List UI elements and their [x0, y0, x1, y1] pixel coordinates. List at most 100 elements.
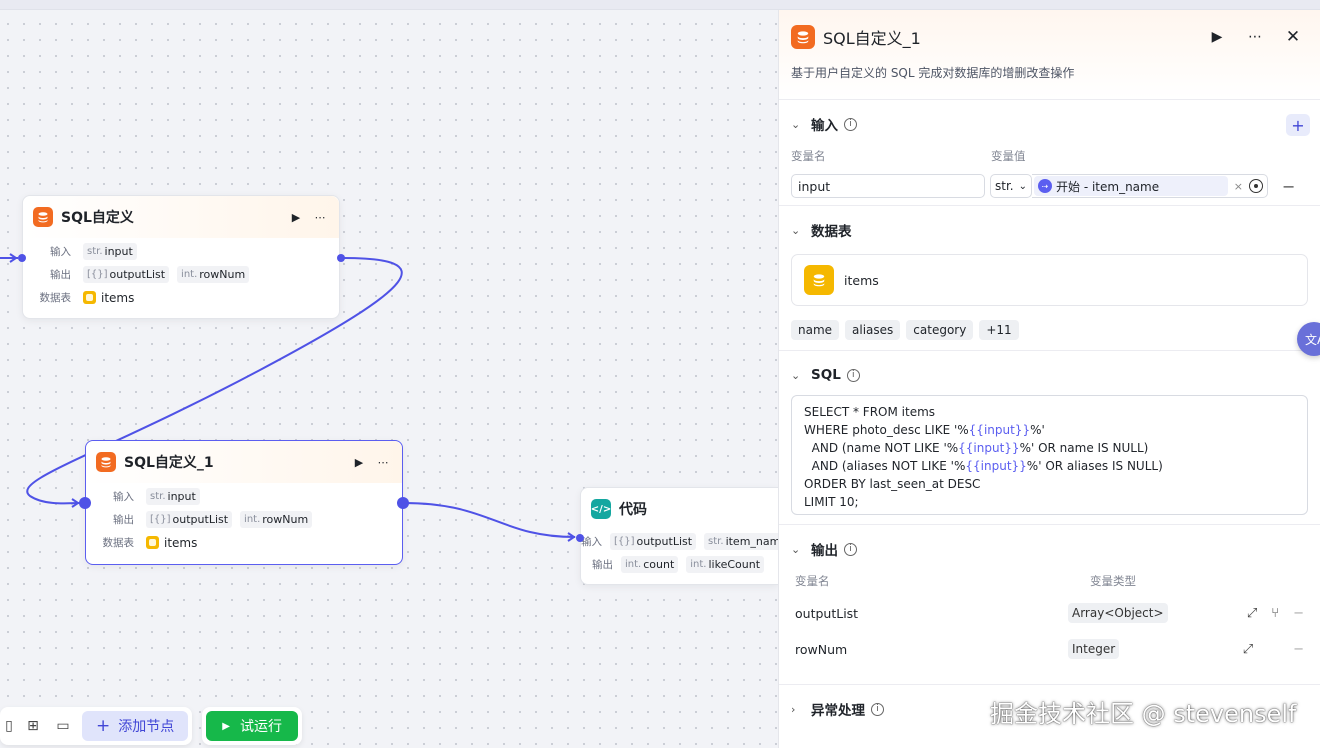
info-icon[interactable]: i	[844, 542, 857, 556]
edge-entry-arrow	[9, 253, 18, 263]
remove-icon[interactable]: −	[1293, 642, 1304, 657]
var-tag: int. rowNum	[240, 511, 313, 528]
section-title: 输出	[811, 543, 838, 559]
column-tag: name	[791, 320, 840, 340]
more-icon[interactable]: ⋯	[1240, 29, 1270, 45]
output-port[interactable]	[397, 497, 409, 509]
canvas-toolbar: ▯ ⊞ ▭ + 添加节点 ▶ 试运行	[0, 707, 302, 745]
chevron-down-icon[interactable]: ⌄	[791, 369, 809, 382]
remove-input-button[interactable]: −	[1282, 177, 1295, 196]
node-sql-custom[interactable]: SQL自定义 ▶ ⋯ 输入 str. input 输出 [{}] outputLis…	[18, 195, 345, 319]
section-title: 数据表	[811, 224, 852, 240]
table-icon	[804, 265, 834, 295]
chevron-down-icon[interactable]: ⌄	[791, 118, 809, 131]
output-type: Array<Object>	[1068, 603, 1168, 623]
var-tag: [{}] outputList	[146, 511, 233, 528]
row-label: 输出	[50, 269, 71, 281]
remove-icon[interactable]: −	[1293, 606, 1304, 621]
var-tag: int. likeCount	[686, 556, 765, 573]
var-tag: [{}] outputList	[610, 533, 697, 550]
row-label: 输入	[50, 246, 71, 258]
output-port[interactable]	[337, 254, 345, 262]
more-columns-tag[interactable]: +11	[979, 320, 1019, 340]
top-bar	[0, 0, 1320, 10]
var-value-ref[interactable]: ⇢ 开始 - item_name ×	[1032, 174, 1268, 198]
add-node-button[interactable]: + 添加节点	[82, 711, 189, 741]
more-icon[interactable]: ⋯	[311, 208, 329, 226]
panel-description: 基于用户自定义的 SQL 完成对数据库的增删改查操作	[791, 66, 1075, 80]
start-node-icon: ⇢	[1038, 179, 1052, 193]
chevron-right-icon[interactable]: ›	[791, 703, 809, 716]
var-tag: [{}] outputList	[83, 266, 170, 283]
play-icon[interactable]: ▶	[350, 453, 368, 471]
output-row: rowNum Integer ⤢ −	[779, 631, 1320, 667]
table-card[interactable]: items	[791, 254, 1308, 306]
expand-icon[interactable]: ⤢	[1243, 642, 1253, 657]
node-output-row: 输出 [{}] outputList int. rowNum	[23, 263, 339, 286]
table-icon	[146, 536, 159, 549]
table-name: items	[101, 290, 135, 305]
chevron-down-icon[interactable]: ⌄	[791, 543, 809, 556]
column-tag: aliases	[845, 320, 901, 340]
node-output-row: 输出 [{}] outputList int. rowNum	[86, 508, 402, 531]
target-icon[interactable]	[1249, 179, 1263, 193]
branch-icon[interactable]: ⑂	[1271, 606, 1279, 621]
chevron-down-icon: ⌄	[1018, 180, 1027, 192]
play-icon[interactable]: ▶	[1202, 29, 1232, 45]
node-code[interactable]: </> 代码 输入 [{}] outputList str. item_name 输…	[576, 487, 792, 585]
table-section: ⌄ 数据表 items name aliases category +11	[779, 206, 1320, 351]
edge-sql2-code	[403, 502, 576, 538]
table-name: items	[844, 272, 879, 288]
plus-icon: +	[96, 716, 111, 736]
chevron-down-icon[interactable]: ⌄	[791, 224, 809, 237]
input-section: ⌄ 输入 i + 变量名 变量值 input str. ⌄ ⇢ 开始 - item…	[779, 100, 1320, 206]
input-port[interactable]	[18, 254, 26, 262]
info-icon[interactable]: i	[871, 702, 884, 716]
node-header: SQL自定义_1 ▶ ⋯	[86, 441, 402, 483]
row-label: 数据表	[39, 292, 72, 304]
sql-section: ⌄ SQL i SELECT * FROM items WHERE photo_d…	[779, 351, 1320, 525]
section-title: 异常处理	[811, 703, 865, 719]
layout-icon[interactable]: ▯	[0, 711, 18, 741]
info-icon[interactable]: i	[846, 368, 860, 382]
node-title: SQL自定义_1	[124, 455, 214, 471]
output-column-labels: 变量名 变量类型	[795, 574, 1136, 588]
database-icon	[33, 207, 53, 227]
database-icon	[791, 25, 815, 49]
row-label: 输入	[581, 536, 602, 548]
table-icon	[83, 291, 96, 304]
test-run-button[interactable]: ▶ 试运行	[206, 711, 298, 741]
output-actions: ⤢ ⑂ −	[1218, 606, 1304, 621]
var-tag: str. input	[146, 488, 200, 505]
clear-icon[interactable]: ×	[1234, 180, 1243, 193]
node-sql-custom-1[interactable]: SQL自定义_1 ▶ ⋯ 输入 str. input 输出 [{}] outputL…	[79, 440, 409, 565]
sql-editor[interactable]: SELECT * FROM items WHERE photo_desc LIKE…	[791, 395, 1308, 515]
input-row: input str. ⌄ ⇢ 开始 - item_name × −	[779, 166, 1320, 206]
section-title: 输入	[811, 118, 838, 134]
output-actions: ⤢ −	[1218, 642, 1304, 657]
input-port[interactable]	[79, 497, 91, 509]
close-icon[interactable]: ✕	[1278, 27, 1308, 47]
expand-icon[interactable]: ⤢	[1247, 606, 1257, 621]
panel-title[interactable]: SQL自定义_1	[823, 25, 1194, 49]
more-icon[interactable]: ⋯	[374, 453, 392, 471]
minimap-icon[interactable]: ▭	[48, 711, 78, 741]
var-type-select[interactable]: str. ⌄	[990, 174, 1032, 198]
info-icon[interactable]: i	[844, 117, 857, 131]
row-label: 输入	[113, 491, 134, 503]
edge-arrow-sql2	[71, 498, 80, 508]
toolbar-group: ▯ ⊞ ▭ + 添加节点	[0, 707, 193, 745]
grid-icon[interactable]: ⊞	[18, 711, 48, 741]
table-columns: name aliases category +11	[779, 306, 1320, 354]
output-name: outputList	[795, 605, 859, 621]
output-row: outputList Array<Object> ⤢ ⑂ −	[779, 595, 1320, 631]
output-type: Integer	[1068, 639, 1120, 659]
row-label: 输出	[592, 559, 613, 571]
row-label: 数据表	[102, 537, 135, 549]
add-input-button[interactable]: +	[1286, 114, 1310, 136]
var-name-input[interactable]: input	[791, 174, 985, 198]
edge-arrow-code	[567, 532, 576, 542]
play-icon[interactable]: ▶	[287, 208, 305, 226]
column-tag: category	[906, 320, 974, 340]
input-port[interactable]	[576, 534, 584, 542]
